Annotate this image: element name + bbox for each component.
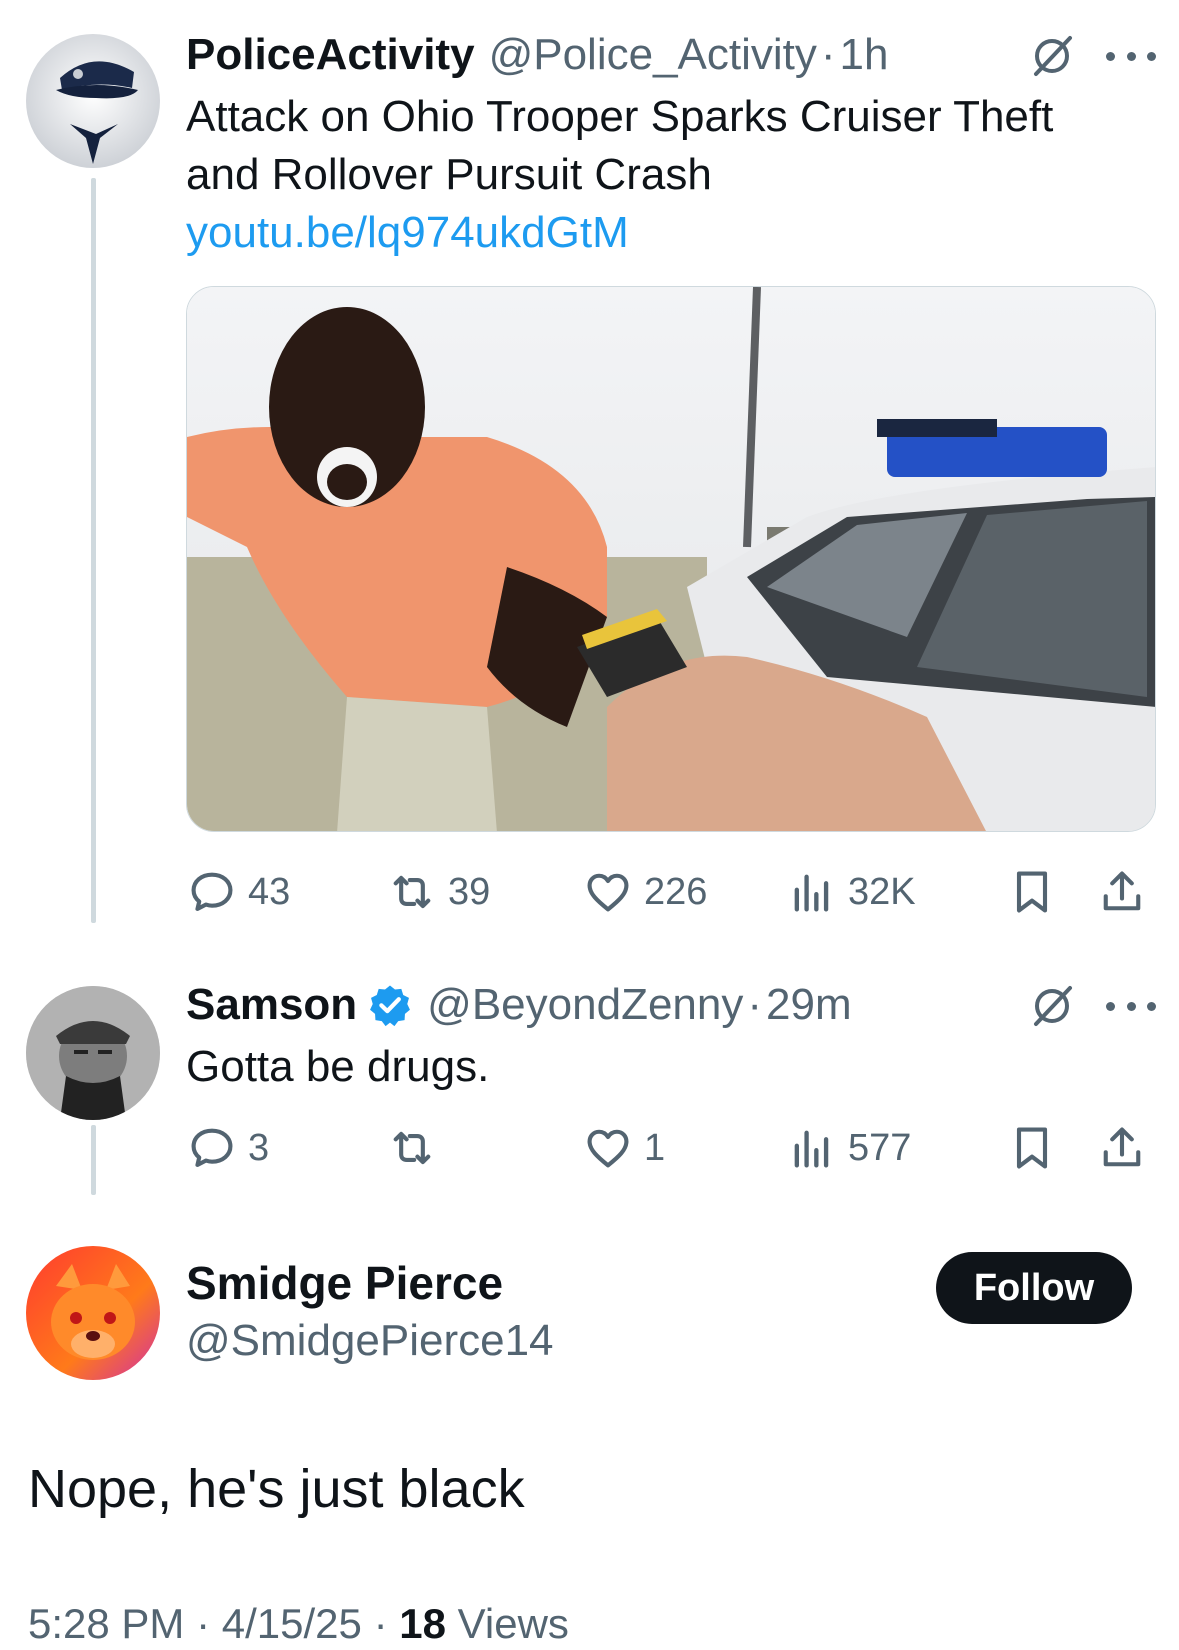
thread-line-2 bbox=[91, 1125, 96, 1195]
share-icon bbox=[1103, 1127, 1141, 1167]
tweet2-view-count: 577 bbox=[848, 1126, 912, 1169]
tweet1-views-button[interactable]: 32K bbox=[786, 862, 916, 922]
tweet2-like-button[interactable]: 1 bbox=[582, 1118, 665, 1178]
repost-icon bbox=[393, 875, 431, 909]
tweet2-timestamp[interactable]: 29m bbox=[766, 980, 852, 1030]
grok-icon[interactable] bbox=[1028, 982, 1076, 1030]
tweet1-text: Attack on Ohio Trooper Sparks Cruiser Th… bbox=[186, 88, 1053, 204]
views-icon bbox=[794, 1130, 829, 1168]
tweet2-repost-button[interactable] bbox=[386, 1118, 438, 1178]
tweet1-action-bar: 43 39 226 32K bbox=[186, 862, 1156, 922]
tweet1-bookmark-button[interactable] bbox=[1006, 862, 1058, 922]
main-tweet-meta: 5:28 PM · 4/15/25 · 18 Views bbox=[28, 1600, 569, 1648]
tweet2-reply-button[interactable]: 3 bbox=[186, 1118, 269, 1178]
main-author-handle[interactable]: @SmidgePierce14 bbox=[186, 1316, 554, 1366]
tweet1-header: PoliceActivity @Police_Activity · 1h bbox=[186, 30, 889, 80]
reply-icon bbox=[191, 872, 233, 911]
views-icon bbox=[794, 874, 829, 912]
thread-line-1 bbox=[91, 178, 96, 923]
bookmark-icon bbox=[1016, 871, 1048, 913]
main-tweet-text: Nope, he's just black bbox=[28, 1459, 525, 1519]
meta-separator-2: · bbox=[373, 1600, 388, 1647]
tweet2-text: Gotta be drugs. bbox=[186, 1042, 490, 1091]
repost-icon bbox=[393, 1131, 431, 1165]
bookmark-icon bbox=[1016, 1127, 1048, 1169]
tweet1-timestamp[interactable]: 1h bbox=[840, 30, 889, 80]
tweet2-bookmark-button[interactable] bbox=[1006, 1118, 1058, 1178]
tweet1-author-name[interactable]: PoliceActivity bbox=[186, 30, 475, 80]
samson-avatar[interactable] bbox=[26, 986, 160, 1120]
tweet1-link[interactable]: youtu.be/lq974ukdGtM bbox=[186, 208, 629, 258]
tweet1-reply-count: 43 bbox=[248, 870, 291, 913]
more-icon[interactable] bbox=[1106, 996, 1156, 1016]
verified-badge-icon bbox=[370, 985, 411, 1027]
like-icon bbox=[587, 873, 629, 912]
main-tweet-time[interactable]: 5:28 PM bbox=[28, 1600, 184, 1647]
tweet1-like-button[interactable]: 226 bbox=[582, 862, 707, 922]
smidge-pierce-avatar[interactable] bbox=[26, 1246, 160, 1380]
main-tweet-date[interactable]: 4/15/25 bbox=[222, 1600, 362, 1647]
tweet2-share-button[interactable] bbox=[1096, 1118, 1148, 1178]
police-activity-avatar[interactable] bbox=[26, 34, 160, 168]
tweet1-video-thumbnail[interactable] bbox=[186, 286, 1156, 832]
tweet1-text-line1: Attack on Ohio Trooper Sparks Cruiser Th… bbox=[186, 92, 1054, 141]
tweet2-reply-count: 3 bbox=[248, 1126, 270, 1169]
main-author-name[interactable]: Smidge Pierce bbox=[186, 1256, 503, 1310]
meta-separator-1: · bbox=[196, 1600, 211, 1647]
tweet2-author-name[interactable]: Samson bbox=[186, 980, 357, 1030]
follow-button[interactable]: Follow bbox=[936, 1252, 1132, 1324]
tweet1-reply-button[interactable]: 43 bbox=[186, 862, 290, 922]
tweet2-header: Samson @BeyondZenny · 29m bbox=[186, 980, 852, 1030]
tweet1-text-line2: and Rollover Pursuit Crash bbox=[186, 150, 712, 199]
tweet1-author-handle[interactable]: @Police_Activity bbox=[489, 30, 817, 80]
share-icon bbox=[1103, 871, 1141, 911]
tweet2-action-bar: 3 1 577 bbox=[186, 1118, 1156, 1178]
tweet1-separator: · bbox=[820, 30, 836, 79]
tweet1-view-count: 32K bbox=[848, 870, 916, 913]
tweet1-like-count: 226 bbox=[644, 870, 708, 913]
main-tweet-view-count: 18 bbox=[399, 1600, 446, 1647]
reply-icon bbox=[191, 1128, 233, 1167]
grok-icon[interactable] bbox=[1028, 32, 1076, 80]
tweet1-share-button[interactable] bbox=[1096, 862, 1148, 922]
main-tweet-views-label: Views bbox=[457, 1600, 569, 1647]
tweet2-like-count: 1 bbox=[644, 1126, 666, 1169]
tweet1-repost-count: 39 bbox=[448, 870, 491, 913]
tweet2-views-button[interactable]: 577 bbox=[786, 1118, 911, 1178]
tweet2-author-handle[interactable]: @BeyondZenny bbox=[427, 980, 743, 1030]
more-icon[interactable] bbox=[1106, 46, 1156, 66]
tweet2-separator: · bbox=[747, 980, 763, 1029]
tweet1-repost-button[interactable]: 39 bbox=[386, 862, 490, 922]
like-icon bbox=[587, 1129, 629, 1168]
